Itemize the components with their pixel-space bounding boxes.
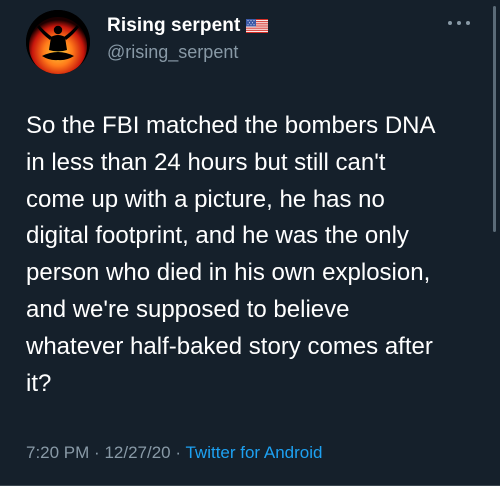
more-dot — [448, 21, 452, 25]
us-flag-icon — [246, 19, 269, 33]
user-info: Rising serpent @rising_serpent — [107, 14, 269, 63]
meta-separator: · — [94, 443, 100, 462]
name-row: Rising serpent — [107, 14, 269, 38]
tweet-time[interactable]: 7:20 PM — [26, 443, 89, 462]
tweet-card: Rising serpent @rising_serpent So the FB… — [0, 0, 500, 486]
more-dot — [457, 21, 461, 25]
meta-separator: · — [175, 443, 182, 462]
avatar[interactable] — [26, 10, 90, 74]
display-name[interactable]: Rising serpent — [107, 15, 240, 37]
tweet-source-link[interactable]: Twitter for Android — [185, 443, 322, 462]
scrollbar[interactable] — [493, 6, 496, 232]
more-options-icon[interactable] — [448, 18, 470, 28]
tweet-text: So the FBI matched the bombers DNA in le… — [26, 112, 436, 397]
more-dot — [466, 21, 470, 25]
tweet-date[interactable]: 12/27/20 — [104, 443, 170, 462]
avatar-image — [26, 10, 90, 74]
tweet-meta: 7:20 PM · 12/27/20 · Twitter for Android — [26, 443, 322, 463]
user-handle[interactable]: @rising_serpent — [107, 42, 268, 63]
